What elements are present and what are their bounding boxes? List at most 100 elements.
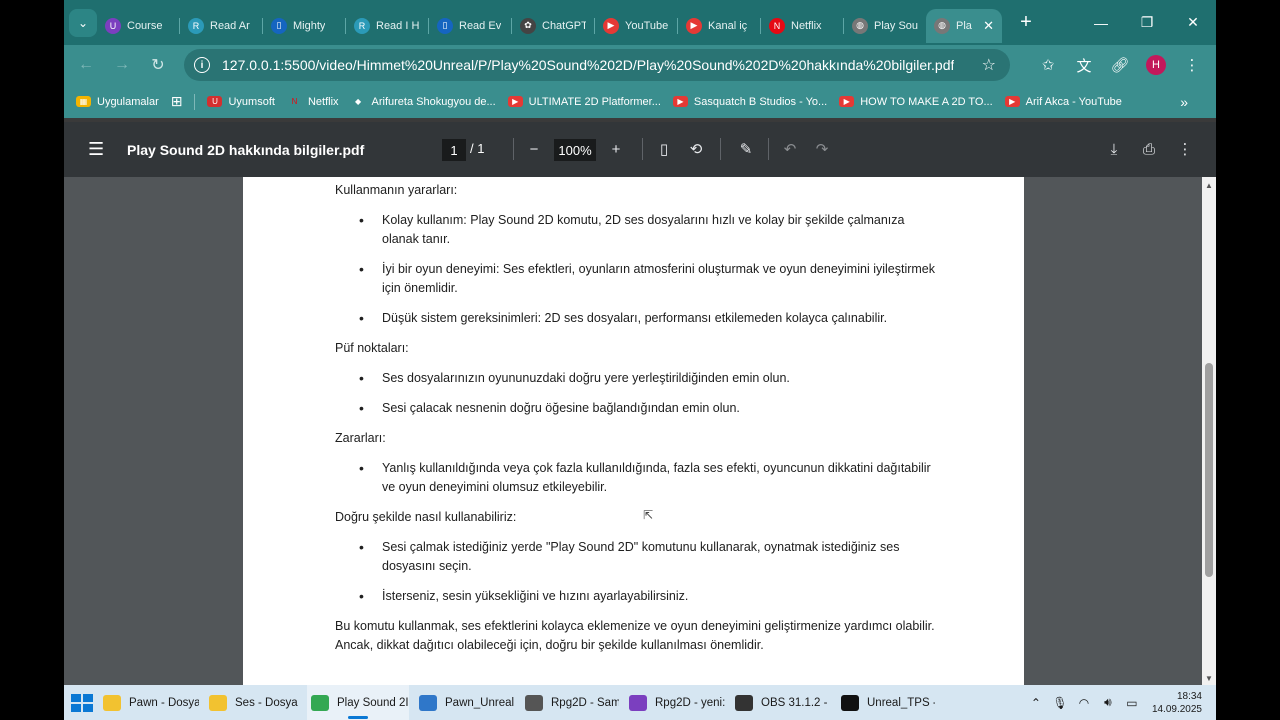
rotate-icon[interactable]: ⟲: [684, 138, 708, 160]
menu-icon[interactable]: ☰: [88, 139, 108, 160]
section-heading: Zararları:: [335, 431, 386, 445]
bookmark-1[interactable]: U Uyumsoft: [207, 96, 275, 108]
taskbar-item-1[interactable]: Ses - Dosya G: [205, 685, 301, 720]
divider: [768, 138, 769, 160]
clock-date: 14.09.2025: [1151, 703, 1202, 715]
bookmark-label: Netflix: [307, 95, 339, 108]
pdf-page: Kullanmanın yararları: Kolay kullanım: Pl…: [243, 177, 1024, 685]
link-icon[interactable]: 🔗︎: [1102, 49, 1138, 81]
zoom-in-icon[interactable]: +: [604, 138, 628, 160]
fit-page-icon[interactable]: ▯: [652, 138, 676, 160]
globe-icon: ◍: [852, 17, 868, 34]
ari-icon: ◆: [354, 97, 362, 106]
tab-title: Netflix: [791, 19, 822, 32]
page-input[interactable]: 1: [442, 139, 466, 161]
app-icon: [629, 694, 647, 711]
download-icon[interactable]: ⤓: [1102, 138, 1126, 160]
youtube-icon: ▶: [686, 17, 702, 34]
app-icon: [209, 694, 227, 711]
bookmark-7[interactable]: ▶ Arif Akca - YouTube: [1004, 96, 1122, 108]
tab-1[interactable]: R Read Ar: [180, 9, 262, 43]
scrollbar-thumb[interactable]: [1205, 363, 1213, 577]
taskbar-item-2[interactable]: Play Sound 2I: [307, 685, 409, 720]
undo-icon[interactable]: ↶: [778, 138, 802, 160]
tab-8[interactable]: N Netflix: [761, 9, 843, 43]
tab-strip: ⌄ U Course R Read Ar ▯ Mighty R Read I H ▯ Read E…: [64, 0, 1216, 45]
bookmark-4[interactable]: ▶ ULTIMATE 2D Platformer...: [507, 96, 661, 108]
taskbar-item-7[interactable]: Unreal_TPS -: [837, 685, 935, 720]
tab-active[interactable]: ◍ Pla ✕: [926, 8, 1002, 43]
back-icon[interactable]: ←: [68, 49, 104, 81]
more-menu-icon[interactable]: ⋮: [1174, 49, 1210, 81]
bookmark-5[interactable]: ▶ Sasquatch B Studios - Yo...: [672, 96, 827, 108]
tab-2[interactable]: ▯ Mighty: [263, 9, 345, 43]
print-icon[interactable]: ⎙: [1137, 138, 1161, 160]
tab-6[interactable]: ▶ YouTube: [595, 9, 677, 43]
bookmark-6[interactable]: ▶ HOW TO MAKE A 2D TO...: [839, 96, 993, 108]
new-tab-button[interactable]: +: [1014, 11, 1038, 34]
bookmarks-icon[interactable]: ✩: [1030, 49, 1066, 81]
tab-3[interactable]: R Read I H: [346, 9, 428, 43]
more-bookmarks-icon[interactable]: »: [1180, 94, 1188, 110]
reload-icon[interactable]: ↻: [140, 49, 176, 81]
chevron-up-icon[interactable]: ⌃: [1026, 696, 1046, 710]
pdf-title: Play Sound 2D hakkında bilgiler.pdf: [127, 141, 365, 158]
avatar[interactable]: H: [1146, 55, 1166, 75]
volume-icon[interactable]: 🔊︎: [1098, 695, 1118, 710]
app-icon: [525, 694, 543, 711]
minimize-icon[interactable]: —: [1078, 0, 1124, 45]
pdf-viewer[interactable]: Kullanmanın yararları: Kolay kullanım: Pl…: [64, 177, 1216, 685]
app-icon: [103, 694, 121, 711]
tab-4[interactable]: ▯ Read Ev: [429, 9, 511, 43]
annotate-icon[interactable]: ✎: [734, 138, 758, 160]
taskbar: Pawn - Dosya Ses - Dosya G Play Sound 2I Pa…: [64, 685, 1216, 720]
redo-icon[interactable]: ↷: [810, 138, 834, 160]
microphone-icon[interactable]: 🎙︎: [1050, 696, 1070, 710]
taskbar-label: Play Sound 2I: [337, 696, 409, 709]
list-item: Düşük sistem gereksinimleri: 2D ses dosy…: [335, 309, 935, 328]
battery-icon[interactable]: ▭: [1122, 696, 1142, 710]
wifi-icon[interactable]: ◠: [1074, 696, 1094, 710]
tab-5[interactable]: ✿ ChatGPT: [512, 9, 594, 43]
zoom-out-icon[interactable]: −: [522, 138, 546, 160]
section-heading: Püf noktaları:: [335, 341, 409, 355]
bookmark-3[interactable]: ◆ Arifureta Shokugyou de...: [351, 96, 496, 108]
tab-groups-icon[interactable]: ⊞: [171, 93, 183, 110]
tab-9[interactable]: ◍ Play Sou: [844, 9, 926, 43]
book-icon: ▯: [437, 17, 453, 34]
forward-icon[interactable]: →: [104, 49, 140, 81]
taskbar-label: Rpg2D - yeni:: [655, 696, 725, 709]
more-icon[interactable]: ⋮: [1173, 138, 1197, 160]
close-tab-icon[interactable]: ✕: [983, 18, 994, 34]
scroll-up-icon[interactable]: ▲: [1205, 181, 1213, 190]
taskbar-item-5[interactable]: Rpg2D - yeni:: [625, 685, 725, 720]
scrollbar[interactable]: ▲ ▼: [1202, 177, 1216, 685]
restore-icon[interactable]: ❐: [1124, 0, 1170, 45]
info-icon[interactable]: i: [194, 57, 210, 73]
windows-start-icon[interactable]: [71, 693, 93, 712]
tab-title: Pla: [956, 19, 972, 32]
scroll-down-icon[interactable]: ▼: [1205, 674, 1213, 683]
bullet-list: Yanlış kullanıldığında veya çok fazla ku…: [335, 459, 935, 497]
tab-title: Kanal iç: [708, 19, 748, 32]
zoom-input[interactable]: 100%: [554, 139, 596, 161]
bookmark-2[interactable]: N Netflix: [287, 96, 339, 108]
translate-icon[interactable]: 文: [1066, 49, 1102, 81]
taskbar-item-4[interactable]: Rpg2D - Sam: [521, 685, 619, 720]
app-icon: [841, 694, 859, 711]
taskbar-item-6[interactable]: OBS 31.1.2 - P: [731, 685, 831, 720]
tab-0[interactable]: U Course: [97, 9, 179, 43]
tab-title: Play Sou: [874, 19, 918, 32]
taskbar-label: Pawn_Unreal.: [445, 696, 515, 709]
taskbar-item-3[interactable]: Pawn_Unreal.: [415, 685, 515, 720]
close-window-icon[interactable]: ✕: [1170, 0, 1216, 45]
bookmark-0[interactable]: ▦ Uygulamalar: [76, 96, 159, 108]
clock[interactable]: 18:34 14.09.2025: [1152, 690, 1202, 716]
toolbar-actions: ✩ 文 🔗︎ H ⋮: [1030, 49, 1210, 81]
system-tray: ⌃ 🎙︎ ◠ 🔊︎ ▭ 18:34 14.09.2025: [1026, 685, 1216, 720]
bookmark-star-icon[interactable]: ☆: [982, 55, 996, 75]
tab-search-icon[interactable]: ⌄: [69, 8, 97, 37]
tab-7[interactable]: ▶ Kanal iç: [678, 9, 760, 43]
address-bar[interactable]: i 127.0.0.1:5500/video/Himmet%20Unreal/P…: [184, 49, 1010, 81]
taskbar-item-0[interactable]: Pawn - Dosya: [99, 685, 199, 720]
